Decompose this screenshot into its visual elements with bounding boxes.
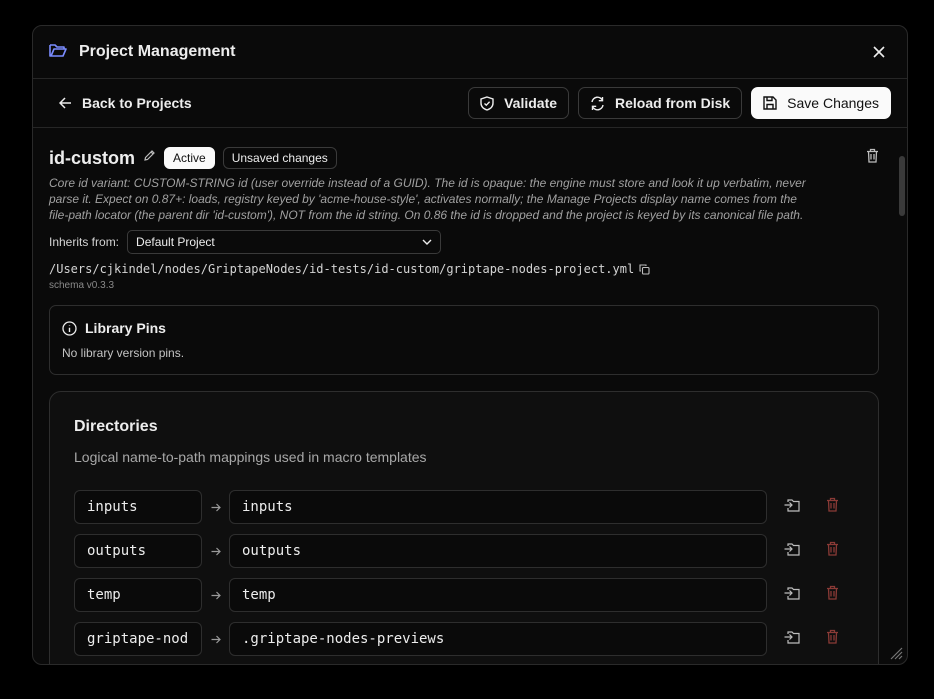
pencil-icon[interactable] xyxy=(143,149,156,167)
save-label: Save Changes xyxy=(787,95,879,111)
inherits-label: Inherits from: xyxy=(49,235,120,249)
arrow-right-icon xyxy=(202,591,229,600)
project-file-path: /Users/cjkindel/nodes/GriptapeNodes/id-t… xyxy=(49,262,635,276)
dialog-header: Project Management xyxy=(33,26,907,79)
status-badge-active: Active xyxy=(164,147,215,169)
close-icon xyxy=(873,46,885,58)
directory-name-input[interactable]: griptape-nod xyxy=(74,622,202,656)
arrow-right-icon xyxy=(202,503,229,512)
delete-directory-icon[interactable] xyxy=(826,585,839,605)
directory-path-input[interactable]: temp xyxy=(229,578,767,612)
reload-from-disk-button[interactable]: Reload from Disk xyxy=(578,87,743,119)
directory-name-input[interactable]: temp xyxy=(74,578,202,612)
browse-folder-icon[interactable] xyxy=(784,630,800,649)
browse-folder-icon[interactable] xyxy=(784,542,800,561)
scrollbar-thumb[interactable] xyxy=(899,156,905,216)
delete-directory-icon[interactable] xyxy=(826,497,839,517)
validate-button[interactable]: Validate xyxy=(468,87,570,119)
dialog-title: Project Management xyxy=(79,43,236,60)
browse-folder-icon[interactable] xyxy=(784,586,800,605)
inherits-value: Default Project xyxy=(136,235,215,249)
inherits-select[interactable]: Default Project xyxy=(127,230,442,254)
directory-row: outputs outputs xyxy=(74,534,854,568)
directories-card: Directories Logical name-to-path mapping… xyxy=(49,391,879,664)
save-icon xyxy=(763,96,777,110)
save-changes-button[interactable]: Save Changes xyxy=(751,87,891,119)
directories-description: Logical name-to-path mappings used in ma… xyxy=(74,449,427,465)
delete-project-button[interactable] xyxy=(866,148,879,168)
chevron-down-icon xyxy=(422,239,432,245)
arrow-right-icon xyxy=(202,635,229,644)
library-pins-card: Library Pins No library version pins. xyxy=(49,305,879,375)
browse-folder-icon[interactable] xyxy=(784,498,800,517)
shield-check-icon xyxy=(480,95,494,111)
directory-name-input[interactable]: outputs xyxy=(74,534,202,568)
directory-row: griptape-nod .griptape-nodes-previews xyxy=(74,622,854,656)
project-management-dialog: Project Management Back to Projects Vali… xyxy=(32,25,908,665)
delete-directory-icon[interactable] xyxy=(826,629,839,649)
info-icon xyxy=(62,320,77,336)
close-button[interactable] xyxy=(867,40,891,64)
status-badge-unsaved: Unsaved changes xyxy=(222,147,337,169)
reload-label: Reload from Disk xyxy=(615,95,731,111)
directory-row: inputs inputs xyxy=(74,490,854,524)
delete-directory-icon[interactable] xyxy=(826,541,839,561)
directory-name-input[interactable]: inputs xyxy=(74,490,202,524)
directory-row: temp temp xyxy=(74,578,854,612)
arrow-right-icon xyxy=(202,547,229,556)
toolbar: Back to Projects Validate Reload from Di… xyxy=(33,79,907,128)
directory-path-input[interactable]: outputs xyxy=(229,534,767,568)
directory-path-input[interactable]: .griptape-nodes-previews xyxy=(229,622,767,656)
arrow-left-icon xyxy=(59,97,71,109)
project-detail-content: id-custom Active Unsaved changes Core id… xyxy=(33,147,907,664)
schema-version: schema v0.3.3 xyxy=(49,280,115,291)
resize-handle-icon[interactable] xyxy=(889,646,903,660)
project-description: Core id variant: CUSTOM-STRING id (user … xyxy=(49,176,806,222)
refresh-icon xyxy=(591,96,604,110)
library-pins-title: Library Pins xyxy=(85,320,166,336)
directories-title: Directories xyxy=(74,418,158,435)
folder-open-icon xyxy=(49,42,67,63)
copy-icon[interactable] xyxy=(639,263,650,275)
trash-icon xyxy=(867,148,878,163)
project-name: id-custom xyxy=(49,147,136,168)
validate-label: Validate xyxy=(504,95,558,111)
directory-path-input[interactable]: inputs xyxy=(229,490,767,524)
back-label: Back to Projects xyxy=(82,95,192,111)
library-pins-empty: No library version pins. xyxy=(62,346,185,360)
back-to-projects-button[interactable]: Back to Projects xyxy=(59,95,192,111)
